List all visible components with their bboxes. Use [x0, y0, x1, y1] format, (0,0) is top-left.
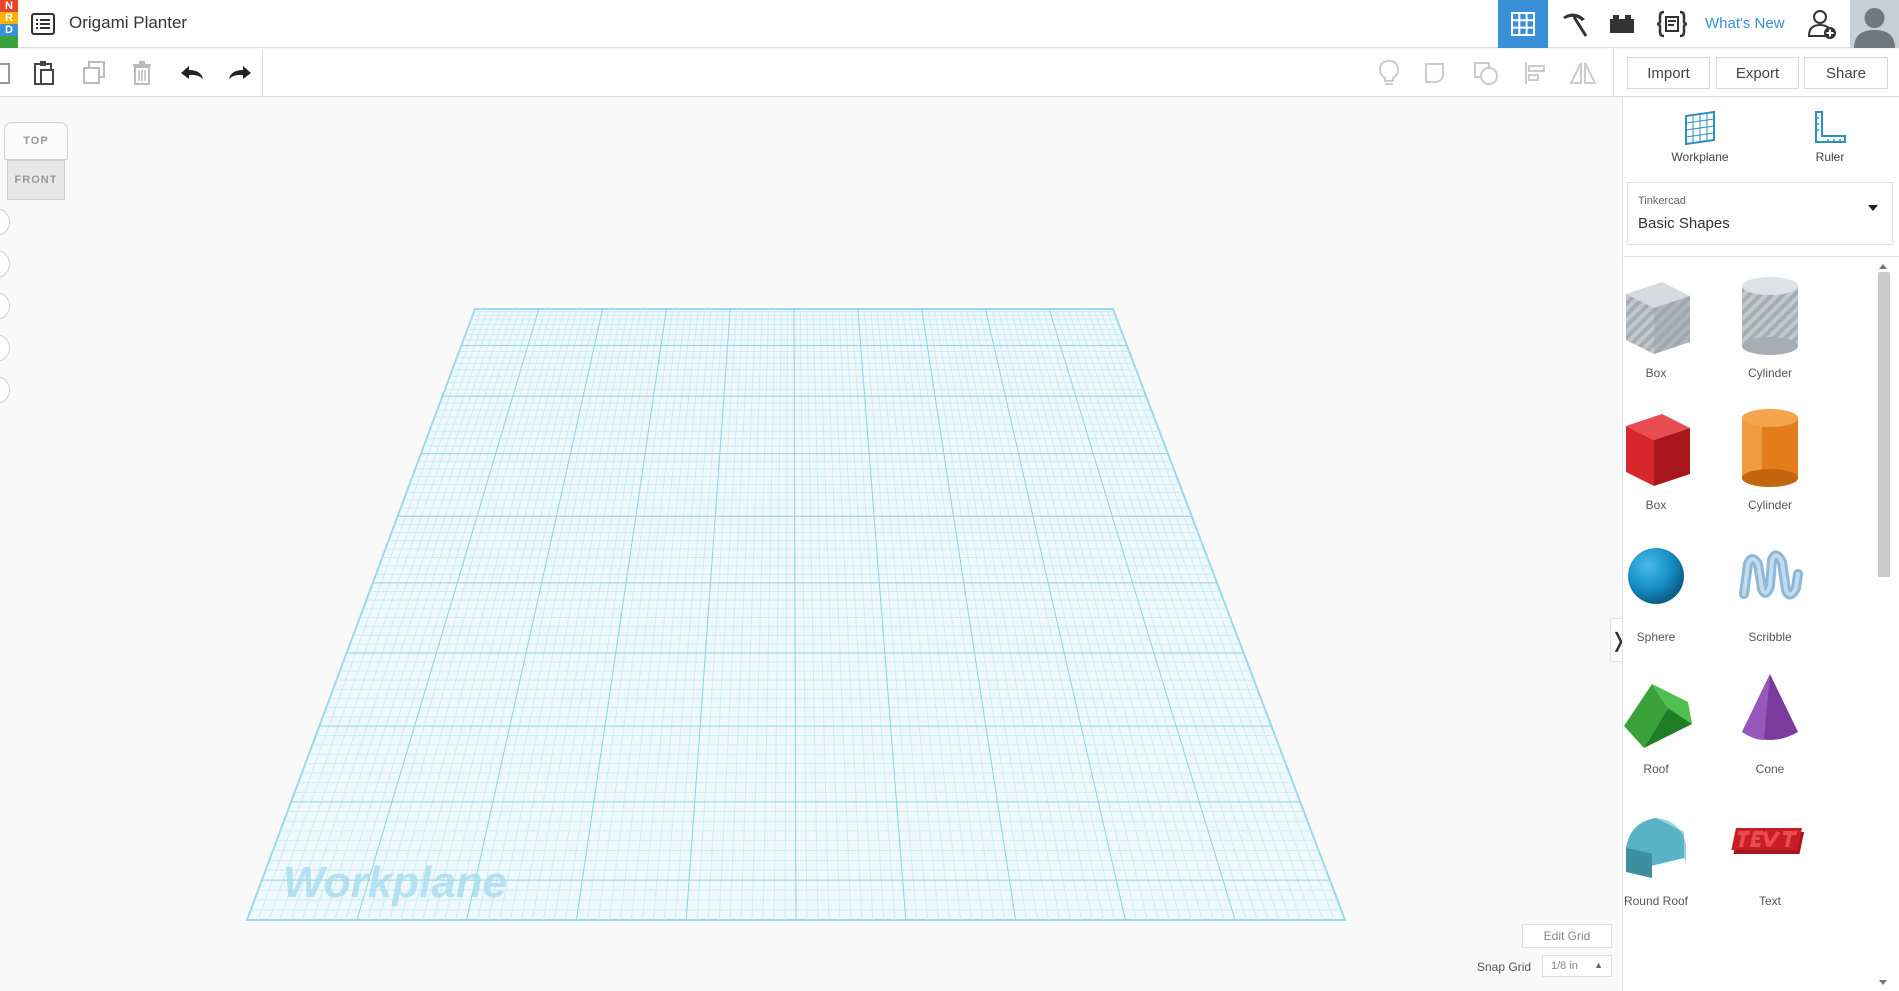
redo-icon[interactable] [223, 57, 257, 89]
delete-icon[interactable] [125, 57, 159, 89]
shape-roof[interactable]: Roof [1601, 666, 1711, 784]
import-button[interactable]: Import [1627, 57, 1710, 89]
workplane-tool[interactable]: Workplane [1650, 108, 1750, 170]
pickaxe-icon[interactable] [1549, 0, 1599, 48]
shape-label: Box [1645, 366, 1667, 380]
duplicate-icon[interactable] [77, 57, 111, 89]
panel-divider [1622, 256, 1899, 257]
workplane-icon [1685, 110, 1715, 146]
shape-label: Cone [1755, 762, 1785, 776]
shapes-scrollbar-thumb[interactable] [1878, 272, 1890, 577]
export-button[interactable]: Export [1716, 57, 1799, 89]
library-name: Basic Shapes [1638, 215, 1730, 232]
round-roof-icon [1626, 818, 1686, 878]
cone-icon [1742, 674, 1798, 740]
text-shape-icon [1731, 828, 1805, 854]
paste-icon[interactable] [27, 57, 61, 89]
shape-cylinder-orange[interactable]: Cylinder [1715, 402, 1825, 520]
project-title[interactable]: Origami Planter [69, 13, 187, 33]
ruler-tool-label: Ruler [1815, 150, 1845, 164]
workplane-watermark: Workplane [283, 858, 507, 907]
shape-label: Scribble [1748, 630, 1792, 644]
view-cube-front[interactable]: FRONT [7, 160, 65, 200]
whats-new-link[interactable]: What's New [1705, 15, 1785, 32]
3d-view-grid-icon[interactable] [1498, 0, 1548, 48]
design-menu-icon[interactable] [30, 12, 56, 36]
cylinder-orange-icon [1742, 409, 1798, 487]
snap-grid-label: Snap Grid [1477, 960, 1532, 974]
sphere-icon [1628, 548, 1684, 604]
shape-round-roof[interactable]: Round Roof [1601, 798, 1711, 916]
caret-up-icon: ▲ [1594, 960, 1603, 970]
shape-label: Cylinder [1747, 366, 1792, 380]
caret-down-icon [1868, 205, 1878, 211]
shape-text[interactable]: Text [1715, 798, 1825, 916]
toolbar-divider [1613, 49, 1614, 97]
shape-scribble[interactable]: Scribble [1715, 534, 1825, 652]
toolbar-divider [262, 49, 263, 97]
shape-box-striped[interactable]: Box [1601, 270, 1711, 388]
cylinder-striped-icon [1742, 277, 1798, 355]
logo-letter: N [0, 0, 18, 12]
add-user-icon[interactable] [1798, 0, 1846, 48]
workplane-grid[interactable]: Workplane [0, 98, 1622, 991]
shape-sphere[interactable]: Sphere [1601, 534, 1711, 652]
tinkercad-logo[interactable]: N R D [0, 0, 18, 48]
align-icon[interactable] [1518, 57, 1552, 89]
shape-label: Box [1645, 498, 1667, 512]
shape-cylinder-striped[interactable]: Cylinder [1715, 270, 1825, 388]
brick-icon[interactable] [1597, 0, 1647, 48]
snap-grid-select[interactable]: 1/8 in ▲ [1542, 955, 1612, 977]
library-provider: Tinkercad [1638, 195, 1686, 207]
scroll-down-icon[interactable] [1879, 980, 1887, 985]
scribble-icon [1739, 550, 1803, 600]
shape-label: Text [1758, 894, 1781, 908]
shape-label: Round Roof [1623, 894, 1689, 908]
copy-icon[interactable] [0, 57, 18, 89]
roof-icon [1624, 684, 1692, 748]
undo-icon[interactable] [175, 57, 209, 89]
shape-label: Roof [1643, 762, 1669, 776]
mirror-icon[interactable] [1566, 57, 1600, 89]
shape-box-red[interactable]: Box [1601, 402, 1711, 520]
ruler-tool[interactable]: Ruler [1780, 108, 1880, 170]
ruler-icon [1815, 111, 1846, 143]
code-blocks-icon[interactable] [1647, 0, 1697, 48]
lightbulb-icon[interactable] [1372, 57, 1406, 89]
edit-grid-button[interactable]: Edit Grid [1522, 924, 1612, 948]
user-avatar[interactable] [1850, 0, 1899, 48]
ungroup-icon[interactable] [1469, 57, 1503, 89]
box-striped-icon [1626, 282, 1690, 354]
logo-letter: D [0, 24, 18, 36]
view-cube-top[interactable]: TOP [4, 122, 68, 160]
view-cube[interactable]: TOP FRONT [4, 122, 68, 200]
shape-library-dropdown[interactable]: Tinkercad Basic Shapes [1627, 182, 1893, 245]
shape-label: Sphere [1636, 630, 1676, 644]
share-button[interactable]: Share [1804, 57, 1888, 89]
snap-grid-value: 1/8 in [1551, 960, 1578, 972]
top-bar: N R D Origami Planter What's New [0, 0, 1899, 48]
shape-label: Cylinder [1747, 498, 1792, 512]
scroll-up-icon[interactable] [1879, 264, 1887, 269]
3d-workspace[interactable]: Workplane TOP FRONT Edit Grid Snap Grid … [0, 98, 1627, 991]
shape-cone[interactable]: Cone [1715, 666, 1825, 784]
logo-letter-blank [0, 36, 18, 48]
box-red-icon [1626, 414, 1690, 486]
group-icon[interactable] [1420, 57, 1454, 89]
logo-letter: R [0, 12, 18, 24]
workplane-tool-label: Workplane [1671, 150, 1729, 164]
edit-toolbar: Import Export Share [0, 49, 1899, 97]
